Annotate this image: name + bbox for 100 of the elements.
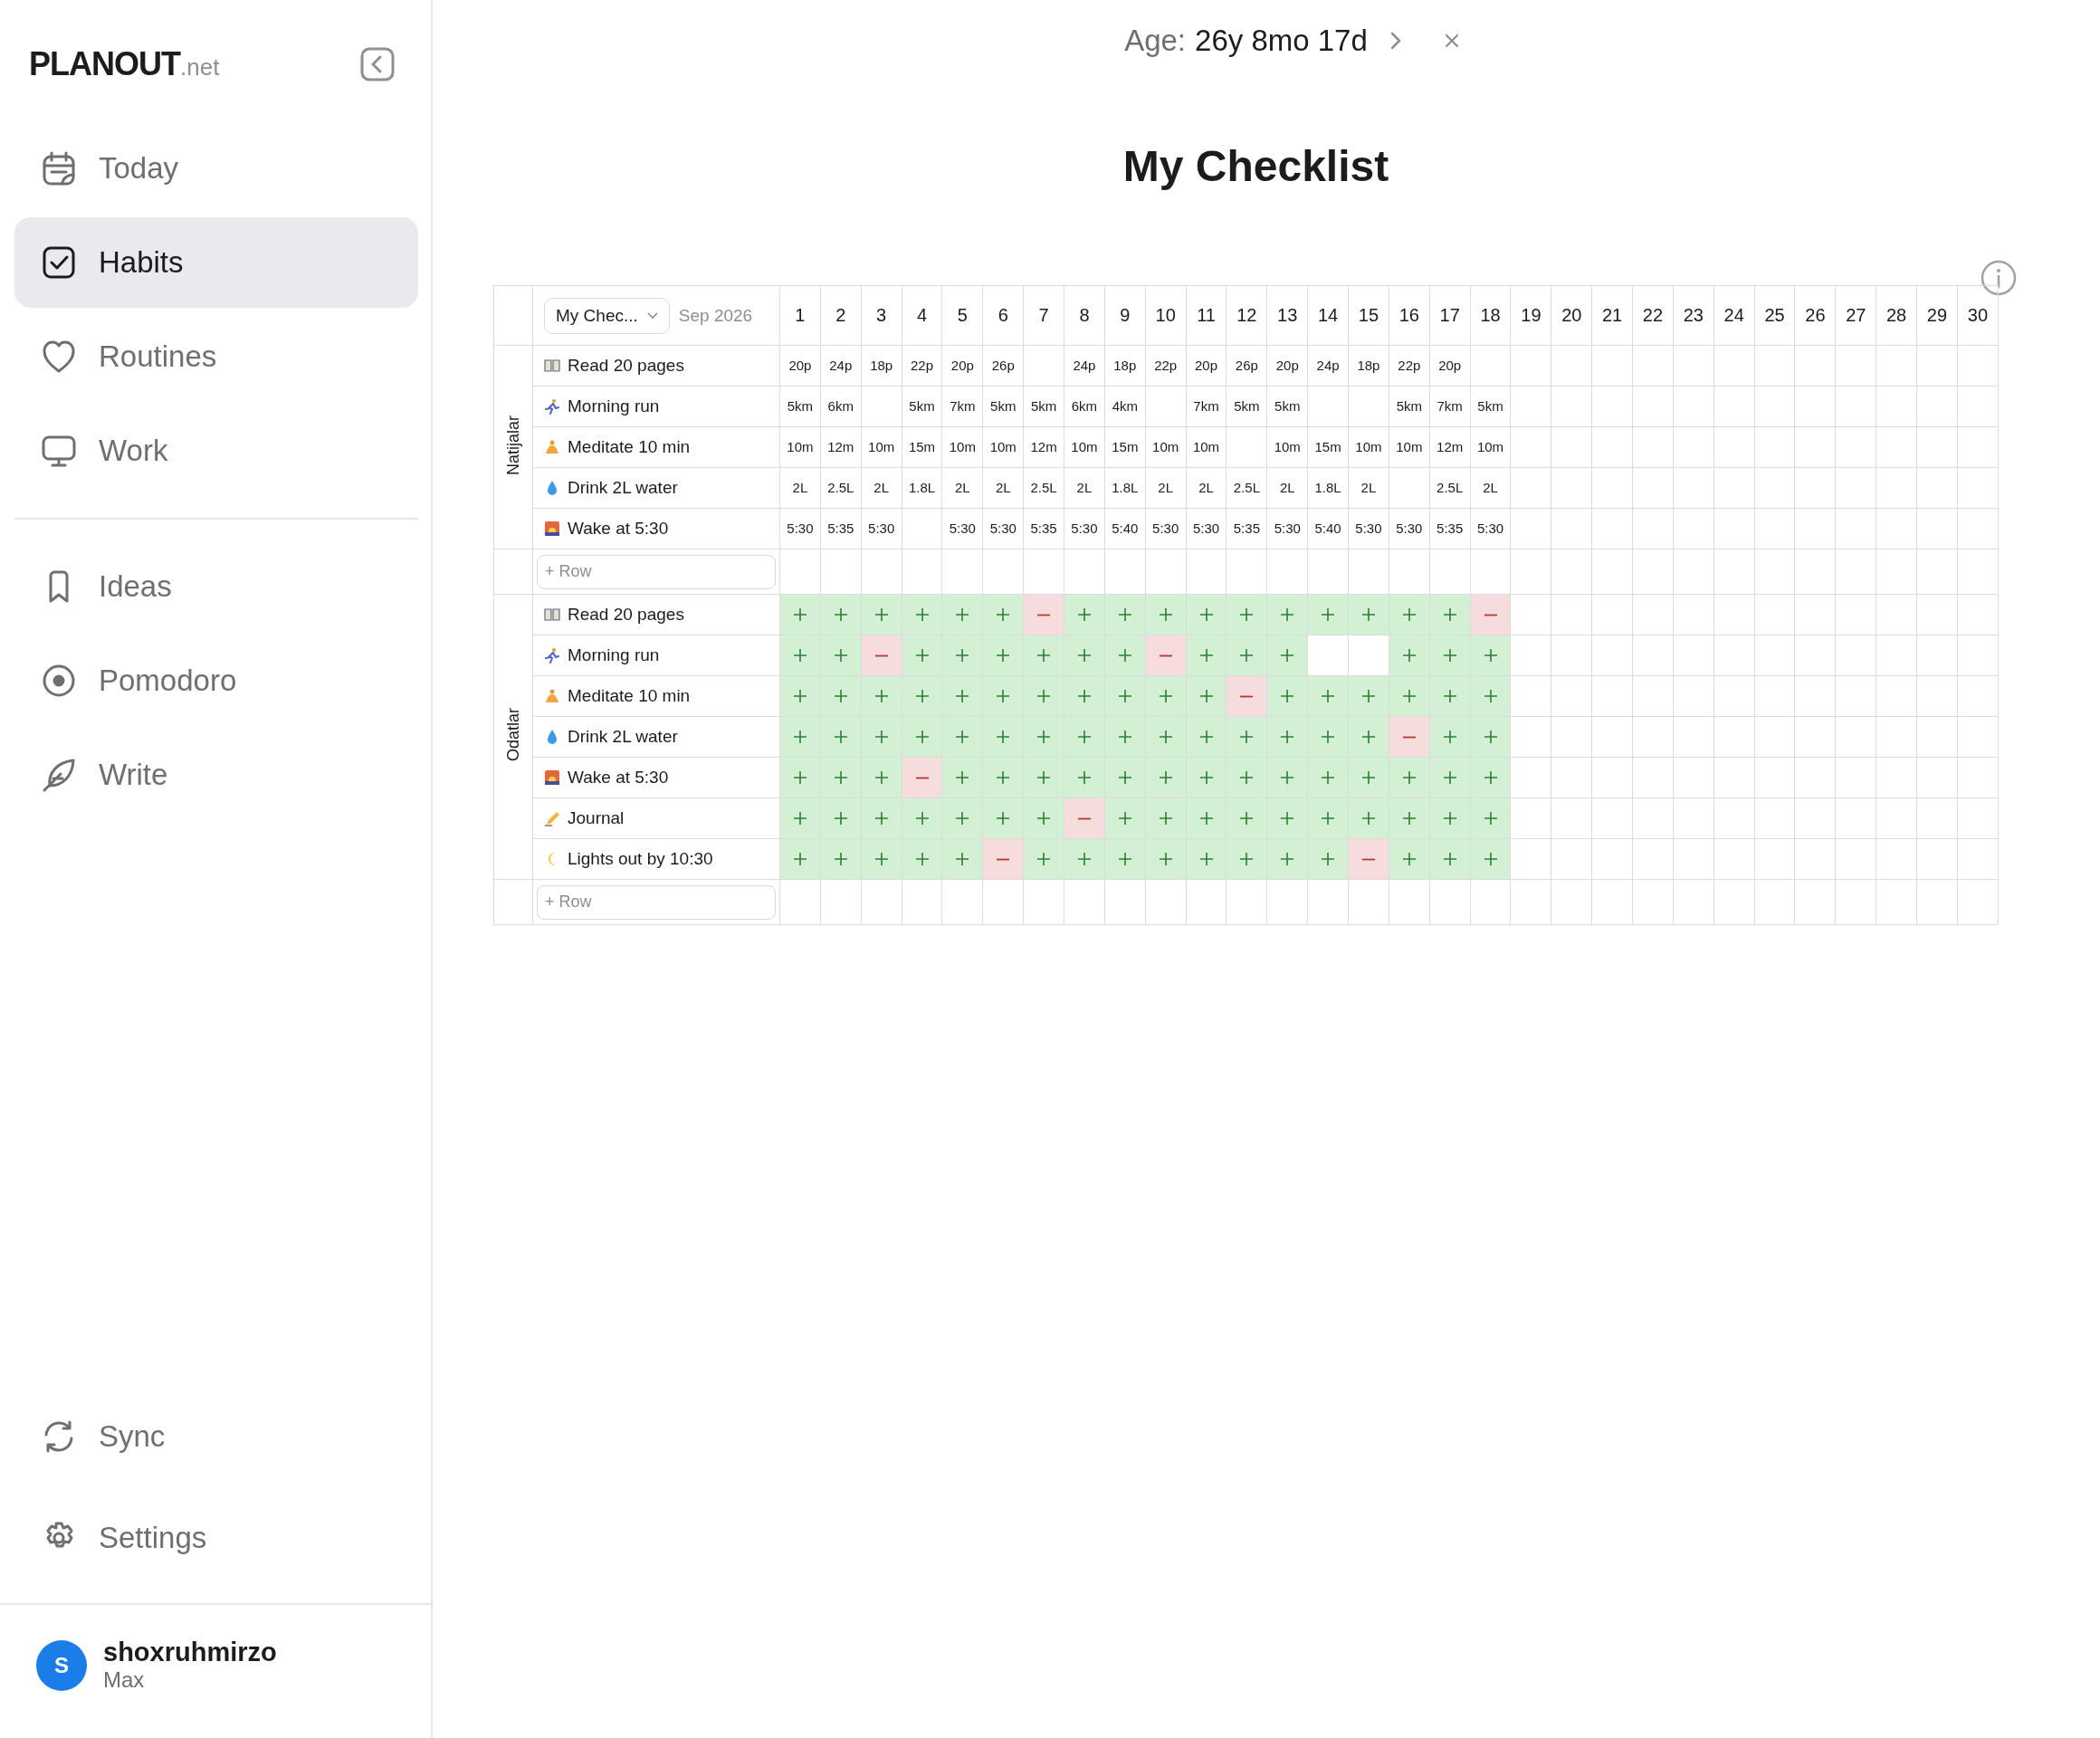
plus-icon[interactable]: [792, 852, 807, 866]
nav-item[interactable]: Sync: [14, 1391, 418, 1482]
plus-icon[interactable]: [955, 689, 970, 703]
add-row-field[interactable]: + Row: [537, 554, 776, 589]
plus-icon[interactable]: [873, 689, 889, 703]
plus-icon[interactable]: [996, 770, 1011, 785]
plus-icon[interactable]: [1198, 852, 1214, 866]
plus-icon[interactable]: [1401, 852, 1417, 866]
plus-icon[interactable]: [1442, 648, 1457, 663]
plus-icon[interactable]: [1198, 607, 1214, 622]
plus-icon[interactable]: [1117, 689, 1132, 703]
plus-icon[interactable]: [833, 730, 848, 744]
info-icon[interactable]: [1981, 260, 2017, 296]
plus-icon[interactable]: [1321, 770, 1336, 785]
plus-icon[interactable]: [873, 607, 889, 622]
plus-icon[interactable]: [1198, 648, 1214, 663]
plus-icon[interactable]: [1239, 730, 1255, 744]
plus-icon[interactable]: [1360, 730, 1376, 744]
nav-item[interactable]: Pomodoro: [14, 635, 418, 726]
plus-icon[interactable]: [1158, 607, 1173, 622]
plus-icon[interactable]: [1401, 811, 1417, 826]
plus-icon[interactable]: [1076, 689, 1092, 703]
plus-icon[interactable]: [833, 607, 848, 622]
minus-icon[interactable]: [1239, 694, 1255, 698]
plus-icon[interactable]: [1280, 689, 1295, 703]
nav-item[interactable]: Routines: [14, 311, 418, 402]
minus-icon[interactable]: [914, 776, 930, 779]
plus-icon[interactable]: [1076, 648, 1092, 663]
plus-icon[interactable]: [1360, 689, 1376, 703]
plus-icon[interactable]: [1321, 607, 1336, 622]
plus-icon[interactable]: [1483, 730, 1498, 744]
plus-icon[interactable]: [1360, 770, 1376, 785]
nav-item[interactable]: Work: [14, 406, 418, 496]
plus-icon[interactable]: [873, 811, 889, 826]
plus-icon[interactable]: [1239, 770, 1255, 785]
nav-item[interactable]: Ideas: [14, 541, 418, 632]
plus-icon[interactable]: [914, 852, 930, 866]
plus-icon[interactable]: [1076, 852, 1092, 866]
plus-icon[interactable]: [1076, 730, 1092, 744]
plus-icon[interactable]: [1117, 648, 1132, 663]
user-avatar[interactable]: S: [36, 1639, 87, 1691]
plus-icon[interactable]: [1158, 811, 1173, 826]
plus-icon[interactable]: [955, 648, 970, 663]
close-icon[interactable]: [1443, 33, 1460, 49]
plus-icon[interactable]: [1036, 811, 1052, 826]
plus-icon[interactable]: [1117, 811, 1132, 826]
plus-icon[interactable]: [1280, 730, 1295, 744]
plus-icon[interactable]: [1198, 811, 1214, 826]
plus-icon[interactable]: [1442, 607, 1457, 622]
plus-icon[interactable]: [1280, 607, 1295, 622]
plus-icon[interactable]: [1117, 730, 1132, 744]
plus-icon[interactable]: [1158, 852, 1173, 866]
plus-icon[interactable]: [1483, 770, 1498, 785]
plus-icon[interactable]: [955, 811, 970, 826]
plus-icon[interactable]: [833, 852, 848, 866]
plus-icon[interactable]: [1198, 689, 1214, 703]
plus-icon[interactable]: [996, 689, 1011, 703]
plus-icon[interactable]: [1117, 852, 1132, 866]
plus-icon[interactable]: [792, 730, 807, 744]
plus-icon[interactable]: [1198, 730, 1214, 744]
plus-icon[interactable]: [1321, 689, 1336, 703]
plus-icon[interactable]: [1036, 648, 1052, 663]
nav-item[interactable]: Habits: [14, 217, 418, 308]
plus-icon[interactable]: [1280, 852, 1295, 866]
plus-icon[interactable]: [1483, 648, 1498, 663]
plus-icon[interactable]: [1280, 648, 1295, 663]
nav-item[interactable]: Today: [14, 123, 418, 214]
plus-icon[interactable]: [1442, 730, 1457, 744]
plus-icon[interactable]: [1036, 730, 1052, 744]
plus-icon[interactable]: [1036, 852, 1052, 866]
plus-icon[interactable]: [1036, 770, 1052, 785]
plus-icon[interactable]: [955, 770, 970, 785]
plus-icon[interactable]: [1158, 770, 1173, 785]
plus-icon[interactable]: [914, 811, 930, 826]
plus-icon[interactable]: [873, 852, 889, 866]
plus-icon[interactable]: [1239, 607, 1255, 622]
plus-icon[interactable]: [1483, 689, 1498, 703]
plus-icon[interactable]: [1360, 811, 1376, 826]
plus-icon[interactable]: [914, 648, 930, 663]
plus-icon[interactable]: [1117, 770, 1132, 785]
plus-icon[interactable]: [955, 730, 970, 744]
plus-icon[interactable]: [873, 770, 889, 785]
plus-icon[interactable]: [1239, 852, 1255, 866]
plus-icon[interactable]: [1401, 648, 1417, 663]
plus-icon[interactable]: [1280, 770, 1295, 785]
plus-icon[interactable]: [1239, 648, 1255, 663]
nav-item[interactable]: Settings: [14, 1493, 418, 1583]
plus-icon[interactable]: [1158, 689, 1173, 703]
minus-icon[interactable]: [996, 857, 1011, 861]
plus-icon[interactable]: [792, 689, 807, 703]
plus-icon[interactable]: [1360, 607, 1376, 622]
nav-item[interactable]: Write: [14, 730, 418, 820]
plus-icon[interactable]: [833, 648, 848, 663]
plus-icon[interactable]: [914, 607, 930, 622]
plus-icon[interactable]: [873, 730, 889, 744]
add-row-field[interactable]: + Row: [537, 884, 776, 920]
plus-icon[interactable]: [792, 648, 807, 663]
plus-icon[interactable]: [1442, 770, 1457, 785]
plus-icon[interactable]: [833, 811, 848, 826]
plus-icon[interactable]: [1442, 689, 1457, 703]
